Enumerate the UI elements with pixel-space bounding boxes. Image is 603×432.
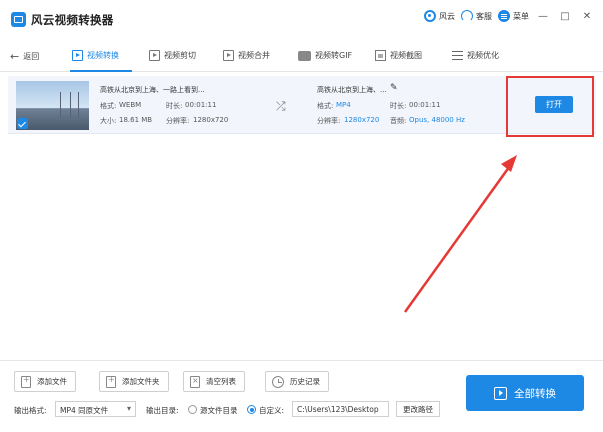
active-tab-indicator xyxy=(70,70,132,72)
custom-dir-radio[interactable] xyxy=(247,405,256,414)
output-dir-label: 输出目录: xyxy=(146,406,179,415)
app-logo-icon xyxy=(11,12,26,27)
tab-label: 视频剪切 xyxy=(164,51,196,60)
source-duration-label: 时长: xyxy=(166,102,183,110)
customer-service-label: 客服 xyxy=(476,11,492,21)
source-size: 18.61 MB xyxy=(119,116,153,124)
custom-path-input[interactable]: C:\Users\123\Desktop xyxy=(292,401,389,417)
app-title: 风云视频转换器 xyxy=(31,13,114,27)
output-format-label: 格式: xyxy=(317,102,334,110)
add-folder-button[interactable]: 添加文件夹 xyxy=(99,371,169,392)
title-bar-actions: 风云 客服 菜单 — □ ✕ xyxy=(424,10,595,22)
output-resolution[interactable]: 1280x720 xyxy=(344,116,379,124)
output-audio[interactable]: Opus, 48000 Hz xyxy=(409,116,465,124)
title-bar: 风云视频转换器 风云 客服 菜单 — □ ✕ xyxy=(0,0,603,38)
menu-label: 菜单 xyxy=(513,11,529,21)
convert-all-button[interactable]: 全部转换 xyxy=(466,375,584,411)
maximize-button[interactable]: □ xyxy=(557,11,573,22)
edit-name-icon[interactable]: ✎ xyxy=(390,83,398,93)
clock-icon xyxy=(272,375,284,388)
output-format-select[interactable]: MP4 同原文件 xyxy=(55,401,136,417)
tab-label: 视频转GIF xyxy=(315,51,353,60)
tool-nav: ← 返回 视频转换 视频剪切 视频合并 视频转GIF 视频截图 视频优化 xyxy=(0,42,603,72)
source-format: WEBM xyxy=(119,101,142,109)
highlight-box xyxy=(506,76,594,137)
tab-video-to-gif[interactable]: 视频转GIF xyxy=(298,50,352,61)
tab-label: 视频截图 xyxy=(390,51,422,60)
source-duration: 00:01:11 xyxy=(185,101,217,109)
source-resolution: 1280x720 xyxy=(193,116,229,124)
output-format-label: 输出格式: xyxy=(14,406,47,415)
fengyun-icon xyxy=(424,10,436,22)
convert-arrow-icon: ⤮ xyxy=(276,99,286,113)
history-button[interactable]: 历史记录 xyxy=(265,371,329,392)
sliders-icon xyxy=(452,51,463,60)
back-arrow-icon: ← xyxy=(10,50,20,63)
tab-label: 视频转换 xyxy=(87,51,119,60)
thumbnail-pole xyxy=(70,92,71,118)
clear-list-button[interactable]: 清空列表 xyxy=(183,371,245,392)
play-icon xyxy=(223,50,234,61)
source-size-label: 大小: xyxy=(100,117,117,125)
gif-icon xyxy=(298,50,311,61)
screenshot-icon xyxy=(375,50,386,61)
add-folder-icon xyxy=(106,375,116,388)
play-icon xyxy=(149,50,160,61)
add-file-icon xyxy=(21,375,31,388)
output-duration: 00:01:11 xyxy=(409,101,441,109)
play-icon xyxy=(72,50,83,61)
fengyun-label: 风云 xyxy=(439,11,455,21)
video-thumbnail[interactable] xyxy=(16,81,89,130)
source-resolution-label: 分辨率: xyxy=(166,117,190,125)
tab-video-merge[interactable]: 视频合并 xyxy=(223,50,270,61)
close-button[interactable]: ✕ xyxy=(579,11,595,22)
clear-list-label: 清空列表 xyxy=(206,377,236,386)
thumbnail-pole xyxy=(60,92,61,118)
tab-label: 视频合并 xyxy=(238,51,270,60)
minimize-button[interactable]: — xyxy=(535,11,551,22)
menu-button[interactable]: 菜单 xyxy=(498,10,529,22)
history-label: 历史记录 xyxy=(290,377,320,386)
select-checkbox[interactable] xyxy=(17,118,28,129)
back-label: 返回 xyxy=(23,52,40,61)
tab-label: 视频优化 xyxy=(467,51,499,60)
add-folder-label: 添加文件夹 xyxy=(122,377,160,386)
customer-service-button[interactable]: 客服 xyxy=(461,10,492,22)
output-format[interactable]: MP4 xyxy=(336,101,351,109)
source-dir-label: 源文件目录 xyxy=(200,406,238,415)
convert-all-label: 全部转换 xyxy=(514,387,556,400)
change-path-button[interactable]: 更改路径 xyxy=(396,401,440,417)
output-duration-label: 时长: xyxy=(390,102,407,110)
custom-dir-label: 自定义: xyxy=(259,406,285,415)
output-resolution-label: 分辨率: xyxy=(317,117,341,125)
fengyun-button[interactable]: 风云 xyxy=(424,10,455,22)
source-format-label: 格式: xyxy=(100,102,117,110)
output-audio-label: 音频: xyxy=(390,117,407,125)
back-button[interactable]: ← 返回 xyxy=(10,50,39,63)
thumbnail-pole xyxy=(78,92,79,118)
source-dir-radio[interactable] xyxy=(188,405,197,414)
source-file-name: 高铁从北京到上海、一路上看到... xyxy=(100,86,205,94)
add-file-label: 添加文件 xyxy=(37,377,67,386)
bottom-divider xyxy=(0,360,603,361)
headset-icon xyxy=(461,10,473,22)
add-file-button[interactable]: 添加文件 xyxy=(14,371,76,392)
tab-video-cut[interactable]: 视频剪切 xyxy=(149,50,196,61)
tab-video-optimize[interactable]: 视频优化 xyxy=(452,50,499,61)
convert-play-icon xyxy=(494,386,507,400)
trash-icon xyxy=(190,375,200,388)
output-file-name[interactable]: 高铁从北京到上海、... xyxy=(317,85,387,95)
menu-icon xyxy=(498,10,510,22)
tab-video-screenshot[interactable]: 视频截图 xyxy=(375,50,422,61)
tab-video-convert[interactable]: 视频转换 xyxy=(72,50,119,61)
